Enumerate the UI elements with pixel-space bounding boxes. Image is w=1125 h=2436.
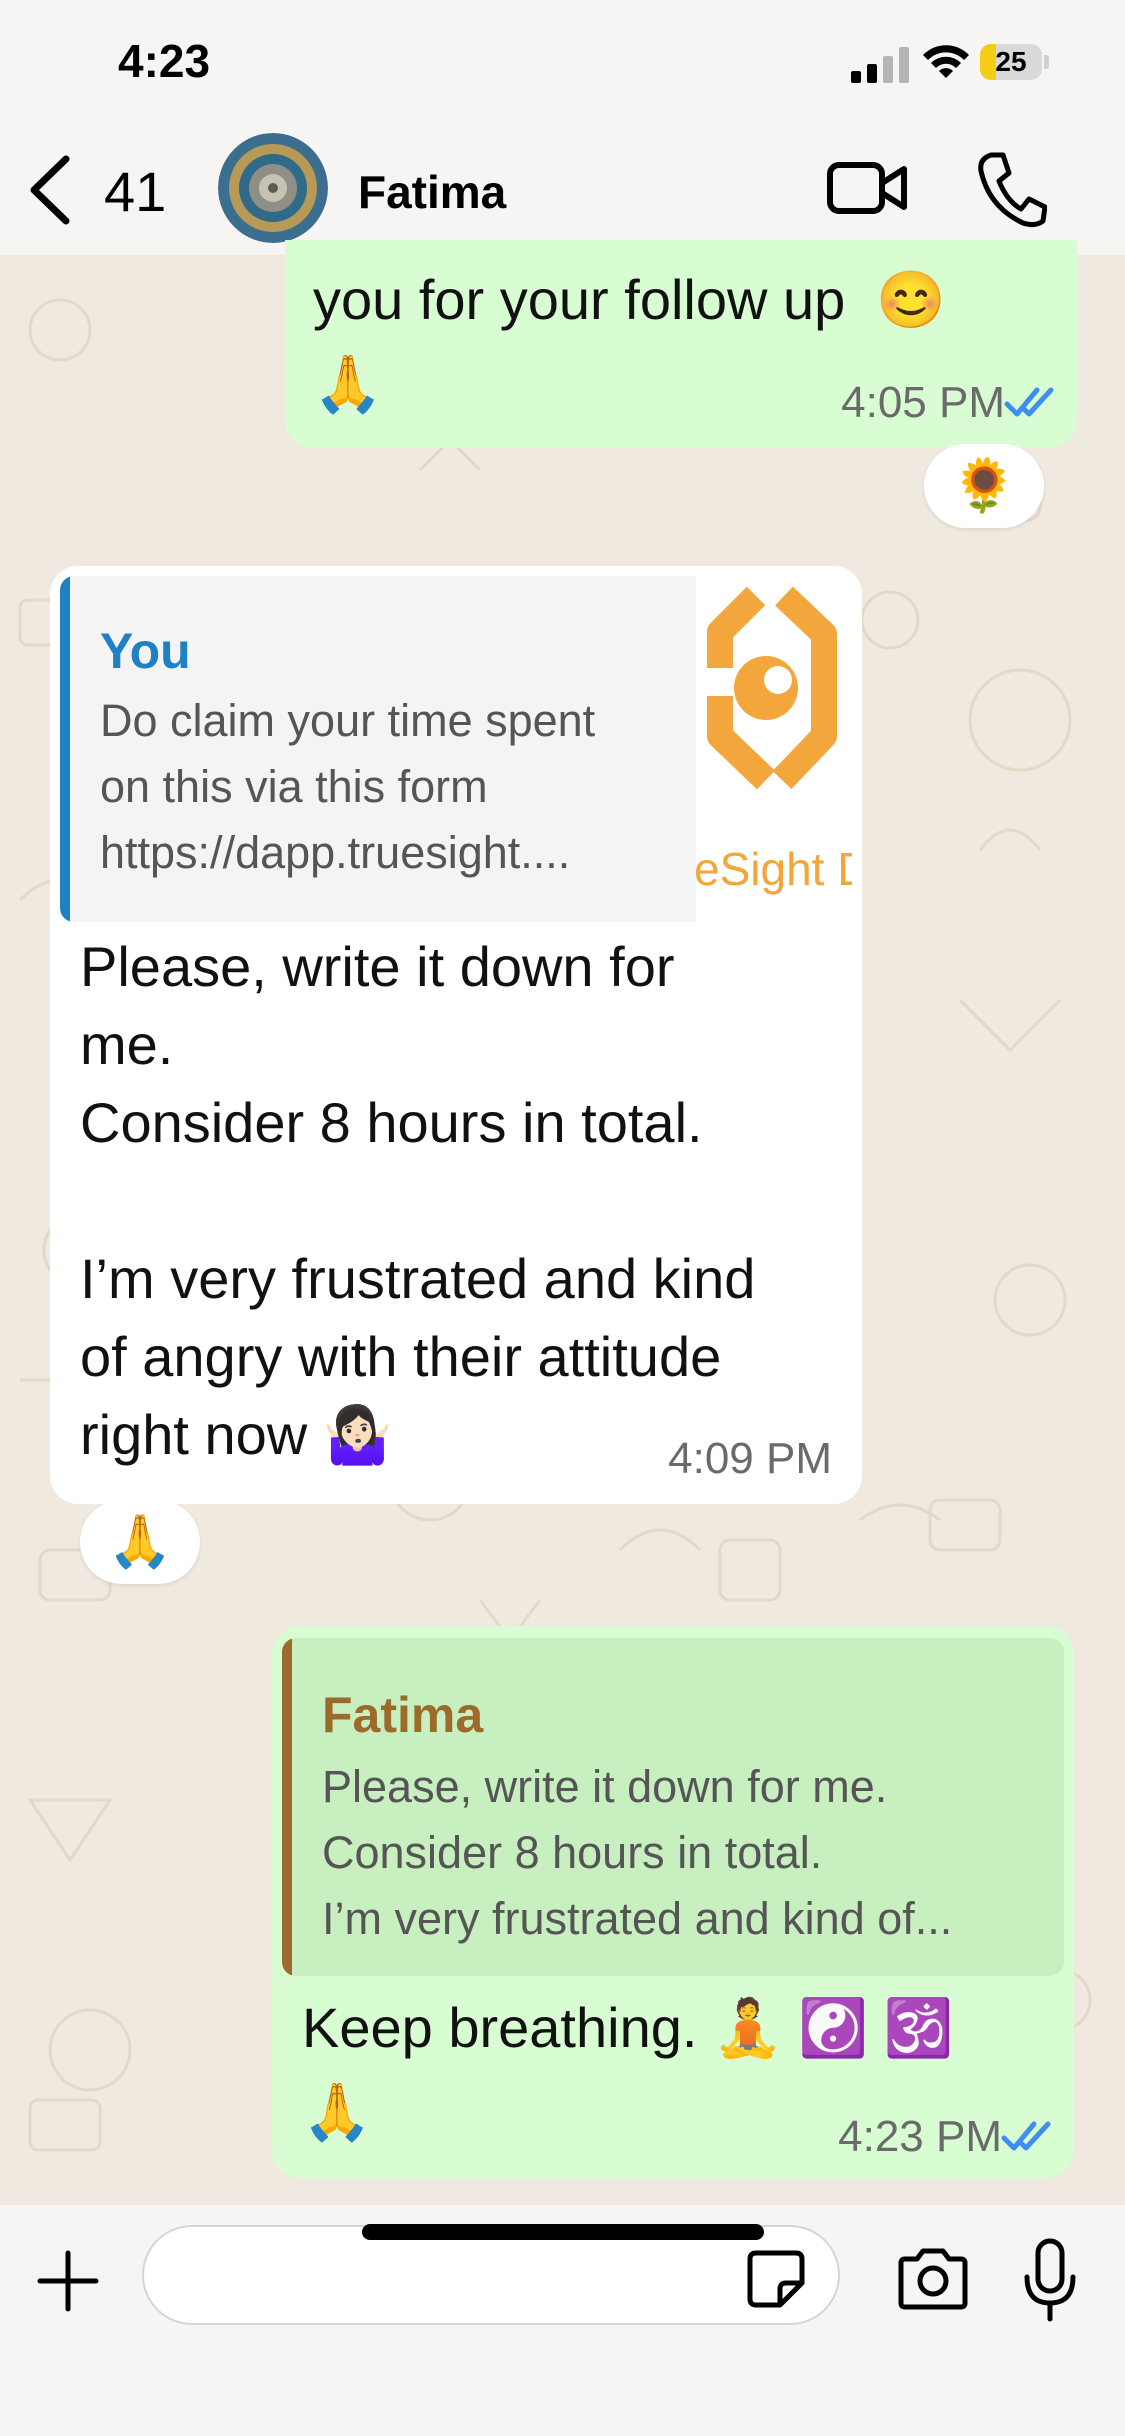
battery-indicator: 25 (980, 44, 1050, 80)
message-text: Please, write it down for me. Consider 8… (80, 935, 756, 1466)
battery-tip (1044, 55, 1049, 69)
avatar[interactable] (218, 133, 328, 243)
message-input[interactable] (142, 2225, 840, 2325)
read-receipt-icon (1004, 387, 1054, 417)
read-receipt-icon (1001, 2121, 1051, 2151)
quote-text: Please, write it down for me. Consider 8… (322, 1761, 953, 1944)
quoted-message[interactable]: Fatima Please, write it down for me. Con… (282, 1638, 1064, 1976)
link-thumbnail: eSight D (696, 576, 852, 922)
quote-text: Do claim your time spent on this via thi… (100, 695, 596, 878)
message-reaction[interactable]: 🙏 (80, 1500, 200, 1584)
link-thumbnail-caption: eSight D (696, 843, 852, 895)
status-bar: 4:23 25 (0, 0, 1125, 125)
home-indicator (362, 2224, 764, 2240)
microphone-icon[interactable] (1022, 2237, 1078, 2323)
sticker-icon[interactable] (746, 2249, 806, 2309)
cellular-signal-icon (851, 47, 909, 83)
chevron-left-icon (30, 155, 70, 225)
wifi-icon (923, 45, 969, 78)
camera-icon[interactable] (895, 2247, 971, 2311)
quote-author: Fatima (322, 1687, 484, 1743)
message-composer (0, 2205, 1125, 2436)
quoted-message[interactable]: You Do claim your time spent on this via… (60, 576, 852, 922)
phone-icon[interactable] (975, 149, 1047, 229)
message-bubble-outgoing[interactable]: Fatima Please, write it down for me. Con… (272, 1626, 1074, 2178)
truesight-logo-icon (707, 586, 837, 790)
battery-percent: 25 (995, 46, 1027, 77)
message-time: 4:23 PM (838, 2112, 1002, 2161)
avatar-image (218, 133, 328, 243)
plus-icon[interactable] (36, 2249, 100, 2313)
message-time: 4:09 PM (668, 1434, 832, 1483)
quote-accent-bar (282, 1638, 292, 1976)
video-call-icon[interactable] (826, 155, 910, 221)
status-time: 4:23 (118, 35, 211, 87)
message-bubble-incoming[interactable]: You Do claim your time spent on this via… (50, 566, 862, 1504)
unread-count: 41 (104, 160, 167, 223)
chat-header: 41 Fatima (0, 125, 1125, 255)
quote-accent-bar (60, 576, 70, 922)
back-button[interactable]: 41 (20, 145, 180, 235)
message-bubble-outgoing[interactable]: you for your follow up 😊 🙏 4:05 PM (285, 240, 1077, 448)
battery-body: 25 (980, 44, 1042, 80)
message-reaction[interactable]: 🌻 (924, 444, 1044, 528)
contact-name[interactable]: Fatima (358, 165, 506, 219)
quote-author: You (100, 623, 191, 679)
message-time: 4:05 PM (841, 378, 1005, 427)
